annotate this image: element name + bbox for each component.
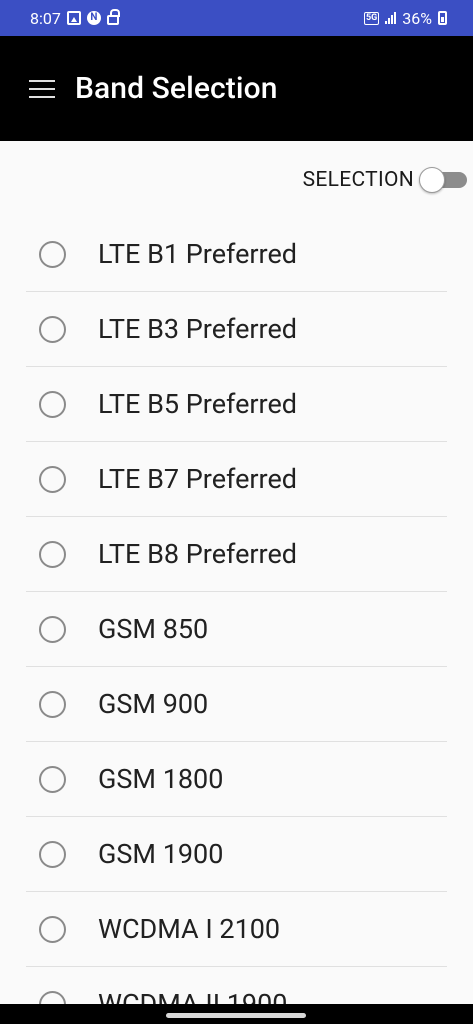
radio-button[interactable] [39, 690, 66, 718]
band-label: LTE B7 Preferred [98, 463, 297, 495]
selection-label: SELECTION [302, 168, 414, 192]
band-option-lte-b3[interactable]: LTE B3 Preferred [26, 292, 447, 367]
band-option-lte-b8[interactable]: LTE B8 Preferred [26, 517, 447, 592]
radio-button[interactable] [39, 540, 66, 568]
band-label: LTE B5 Preferred [98, 388, 297, 420]
app-bar: Band Selection [0, 36, 473, 141]
radio-button[interactable] [39, 840, 66, 868]
band-label: WCDMA I 2100 [98, 913, 281, 945]
band-option-lte-b1[interactable]: LTE B1 Preferred [26, 217, 447, 292]
radio-button[interactable] [39, 615, 66, 643]
band-option-gsm-900[interactable]: GSM 900 [26, 667, 447, 742]
band-option-lte-b5[interactable]: LTE B5 Preferred [26, 367, 447, 442]
n-notification-icon: N [86, 11, 101, 25]
band-label: GSM 900 [98, 688, 209, 720]
radio-button[interactable] [39, 465, 66, 493]
lock-icon [106, 9, 120, 25]
network-type-icon: 5G [363, 11, 380, 25]
band-label: LTE B8 Preferred [98, 538, 297, 570]
status-time: 8:07 [30, 8, 61, 28]
band-option-lte-b7[interactable]: LTE B7 Preferred [26, 442, 447, 517]
home-indicator[interactable] [166, 1013, 306, 1018]
band-label: GSM 1900 [98, 838, 224, 870]
battery-icon [438, 11, 447, 25]
gallery-icon [66, 11, 81, 25]
switch-thumb [419, 167, 445, 193]
navigation-bar [0, 1004, 473, 1024]
band-option-gsm-1800[interactable]: GSM 1800 [26, 742, 447, 817]
battery-percent: 36% [402, 8, 432, 28]
band-option-wcdma-i-2100[interactable]: WCDMA I 2100 [26, 892, 447, 967]
status-right: 5G 36% [363, 8, 447, 28]
selection-toggle-row: SELECTION [303, 160, 469, 200]
signal-icon [385, 12, 397, 24]
band-label: GSM 1800 [98, 763, 224, 795]
status-left: 8:07 N [30, 8, 120, 28]
band-option-gsm-850[interactable]: GSM 850 [26, 592, 447, 667]
band-label: LTE B1 Preferred [98, 238, 297, 270]
band-list: LTE B1 Preferred LTE B3 Preferred LTE B5… [26, 217, 447, 1024]
hamburger-menu-icon[interactable] [29, 79, 55, 98]
radio-button[interactable] [39, 915, 66, 943]
band-label: LTE B3 Preferred [98, 313, 297, 345]
selection-switch[interactable] [419, 167, 469, 193]
status-bar: 8:07 N 5G 36% [0, 0, 473, 36]
page-title: Band Selection [75, 71, 278, 106]
radio-button[interactable] [39, 390, 66, 418]
band-label: GSM 850 [98, 613, 209, 645]
radio-button[interactable] [39, 315, 66, 343]
band-option-gsm-1900[interactable]: GSM 1900 [26, 817, 447, 892]
radio-button[interactable] [39, 765, 66, 793]
radio-button[interactable] [39, 240, 66, 268]
